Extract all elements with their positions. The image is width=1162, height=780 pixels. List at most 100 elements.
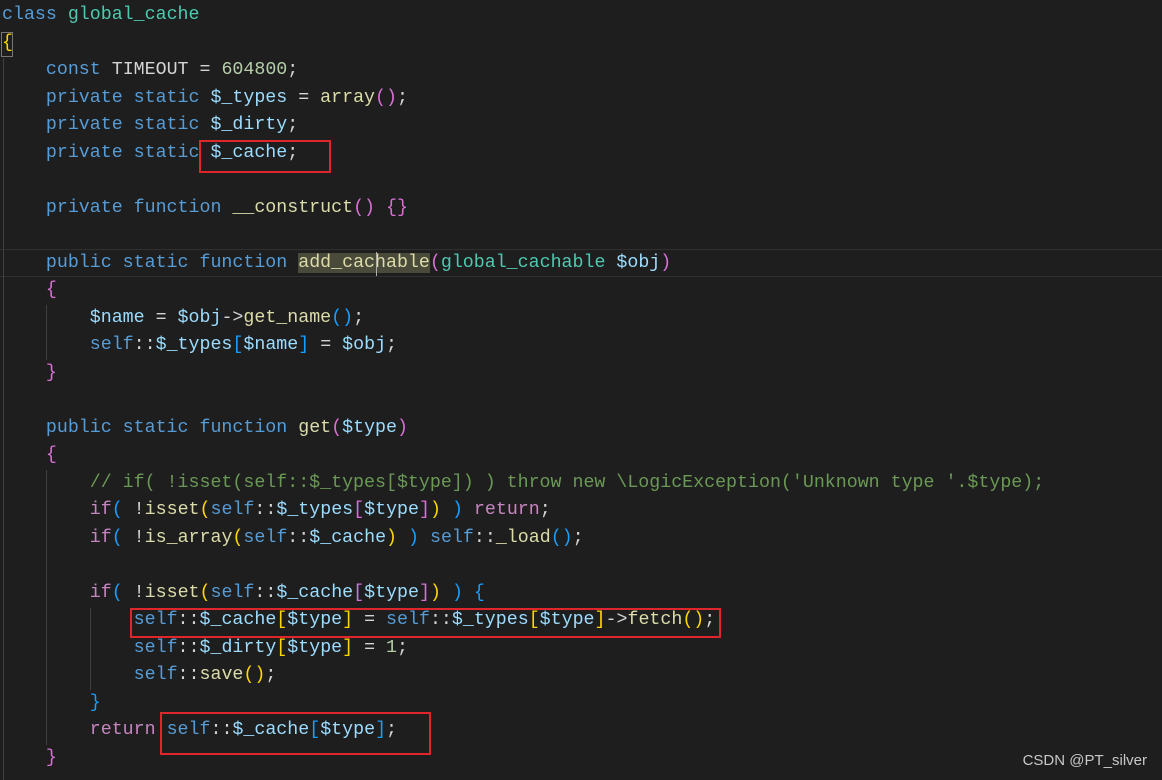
code-token: $type [364, 500, 419, 520]
code-line[interactable]: $name = $obj->get_name(); [2, 305, 1044, 333]
code-token: $_cache [276, 582, 354, 603]
code-token: private static [2, 142, 211, 163]
code-token: global_cachable [440, 252, 617, 273]
code-token: { [2, 32, 13, 53]
code-line[interactable]: if( !is_array(self::$_cache) ) self::_lo… [2, 525, 1044, 553]
code-token: ) [429, 582, 441, 603]
code-token: {} [386, 197, 408, 218]
code-line[interactable]: class global_cache [2, 2, 1044, 30]
code-token: ( [199, 500, 211, 520]
code-line[interactable]: { [2, 277, 1044, 305]
code-line[interactable]: private static $_types = array(); [2, 85, 1044, 113]
code-line[interactable]: // if( !isset(self::$_types[$type]) ) th… [2, 470, 1044, 498]
code-line[interactable] [2, 167, 1044, 195]
code-token: ; [397, 637, 409, 658]
code-token: :: [177, 665, 200, 685]
code-token: ( [111, 582, 123, 603]
code-line[interactable]: public static function get($type) [2, 415, 1044, 443]
code-token: } [45, 362, 57, 383]
code-line[interactable]: self::save(); [2, 662, 1044, 690]
code-token: ( [429, 252, 441, 273]
code-token: = [287, 87, 321, 108]
code-line[interactable]: public static function add_cachable(glob… [2, 250, 1044, 278]
code-token: [ [276, 637, 288, 658]
code-token: () [353, 197, 376, 218]
code-token: get_name [243, 307, 332, 328]
code-line[interactable] [2, 222, 1044, 250]
code-token: = [309, 335, 343, 355]
code-token: if [89, 527, 112, 548]
code-token: $name [89, 307, 145, 328]
code-token: ( [111, 527, 123, 548]
code-token: ] [418, 500, 430, 520]
code-line[interactable]: if( !isset(self::$_types[$type]) ) retur… [2, 497, 1044, 525]
code-token: () [331, 307, 354, 328]
code-editor[interactable]: class global_cache{ const TIMEOUT = 6048… [2, 2, 1044, 772]
annotation-box-cache-fetch [130, 608, 721, 638]
code-token: -> [221, 307, 244, 328]
code-token: ) [386, 87, 397, 108]
code-token: { [473, 582, 485, 603]
code-token: 1 [386, 637, 398, 658]
code-token: [ [353, 582, 365, 603]
code-line[interactable]: self::$_types[$name] = $obj; [2, 332, 1044, 360]
code-token: $_types [210, 87, 288, 108]
code-line[interactable]: private static $_dirty; [2, 112, 1044, 140]
code-line[interactable]: if( !isset(self::$_cache[$type]) ) { [2, 580, 1044, 608]
code-token: ; [539, 500, 551, 520]
code-line[interactable] [2, 552, 1044, 580]
code-token: { [45, 280, 57, 300]
code-token: private static [2, 87, 211, 108]
code-token: save [199, 665, 244, 685]
code-token: ) [451, 500, 463, 520]
code-token: self [133, 637, 178, 658]
code-token: ; [265, 665, 277, 685]
code-token: ( [331, 417, 343, 438]
annotation-box-cache-declaration [199, 140, 331, 173]
code-line[interactable]: self::$_dirty[$type] = 1; [2, 635, 1044, 663]
code-token: ) [429, 500, 441, 520]
code-line[interactable]: } [2, 690, 1044, 718]
code-token: isset [144, 500, 200, 520]
code-line[interactable]: } [2, 745, 1044, 773]
code-token: () [550, 527, 573, 548]
code-token: self [89, 335, 134, 355]
code-token: ; [353, 307, 365, 328]
code-line[interactable]: { [2, 442, 1044, 470]
code-token: ] [298, 335, 310, 355]
code-line[interactable]: private static $_cache; [2, 140, 1044, 168]
code-line[interactable] [2, 387, 1044, 415]
code-line[interactable]: } [2, 360, 1044, 388]
code-line[interactable]: const TIMEOUT = 604800; [2, 57, 1044, 85]
code-token: ] [418, 582, 430, 603]
code-token: __construct [232, 197, 354, 218]
code-token: public static function [2, 252, 299, 273]
code-token: ] [342, 637, 354, 658]
code-token: $type [342, 417, 397, 438]
code-token: :: [473, 527, 496, 548]
code-token: return [473, 500, 540, 520]
code-token: private function [2, 197, 233, 218]
code-token: public static function [2, 417, 299, 438]
code-token: ! [122, 582, 145, 603]
code-token: $type [364, 582, 419, 603]
code-line[interactable]: { [2, 30, 1044, 58]
code-line[interactable]: private function __construct() {} [2, 195, 1044, 223]
code-token: private static [2, 115, 211, 135]
code-token: $obj [616, 252, 661, 273]
code-token: () [243, 665, 266, 685]
code-token: if [89, 582, 112, 603]
code-line[interactable]: return self::$_cache[$type]; [2, 717, 1044, 745]
code-token: ; [287, 60, 299, 80]
